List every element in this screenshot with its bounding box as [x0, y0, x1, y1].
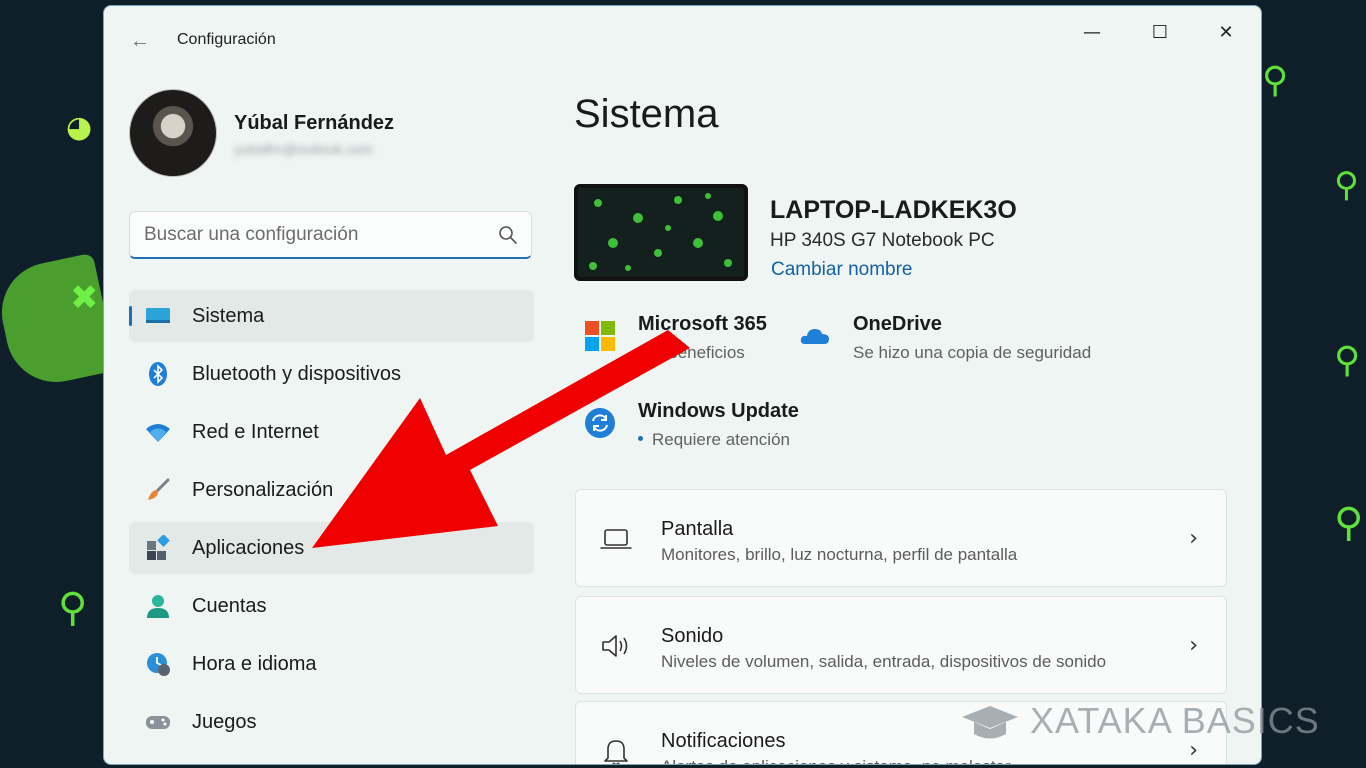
onedrive-subtitle: Se hizo una copia de seguridad: [853, 343, 1092, 362]
card-title: Notificaciones: [661, 730, 786, 752]
sidebar-item-label: Aplicaciones: [192, 537, 305, 559]
maximize-button[interactable]: ☐: [1137, 16, 1183, 50]
window-title: Configuración: [177, 31, 276, 48]
clock-globe-icon: [147, 653, 170, 676]
wallpaper-glyph: ⚲: [1334, 165, 1359, 205]
graduation-cap-icon: [962, 706, 1018, 739]
settings-window: ← Configuración — ☐ ✕ Yúbal Fernández yu…: [103, 5, 1262, 765]
card-pantalla[interactable]: Pantalla Monitores, brillo, luz nocturna…: [575, 489, 1227, 587]
microsoft-logo-icon: [585, 321, 615, 351]
card-title: Pantalla: [661, 518, 734, 540]
system-icon: [146, 308, 170, 323]
wallpaper-pattern: [578, 188, 744, 277]
sidebar-item-label: Bluetooth y dispositivos: [192, 363, 402, 385]
wallpaper-glyph: ⚲: [58, 585, 88, 631]
device-model: HP 340S G7 Notebook PC: [770, 230, 995, 251]
title-bar[interactable]: ← Configuración — ☐ ✕: [104, 6, 1261, 76]
wifi-icon: [146, 424, 170, 442]
watermark: XATAKA BASICS: [960, 700, 1320, 744]
sidebar-item-juegos[interactable]: Juegos: [129, 696, 534, 748]
onedrive-title: OneDrive: [853, 313, 942, 335]
avatar[interactable]: [129, 89, 217, 177]
speaker-icon: [602, 635, 628, 657]
laptop-icon: [600, 529, 632, 549]
rename-link[interactable]: Cambiar nombre: [771, 259, 913, 281]
minimize-button[interactable]: —: [1069, 16, 1115, 50]
wallpaper-glyph: ⚲: [1262, 60, 1289, 101]
card-subtitle: Niveles de volumen, salida, entrada, dis…: [661, 652, 1107, 671]
card-subtitle: Monitores, brillo, luz nocturna, perfil …: [661, 545, 1018, 564]
sidebar-item-aplicaciones[interactable]: Aplicaciones: [129, 522, 534, 574]
sidebar-item-label: Personalización: [192, 479, 334, 501]
account-icon: [147, 595, 169, 618]
microsoft-365-title: Microsoft 365: [638, 313, 767, 335]
windows-update-status: Requiere atención: [652, 430, 790, 449]
search-box[interactable]: [129, 211, 532, 259]
wallpaper-glyph: ⚲: [1334, 500, 1364, 546]
search-input[interactable]: [144, 220, 484, 250]
sidebar-item-label: Hora e idioma: [192, 653, 317, 675]
wallpaper-glyph: ⚲: [1334, 340, 1361, 381]
attention-dot-icon: [638, 436, 643, 442]
bluetooth-icon: [149, 362, 167, 386]
sidebar-nav: Sistema Bluetooth y dispositivos Red e I…: [129, 290, 534, 754]
search-icon[interactable]: [497, 224, 519, 246]
wallpaper-glyph: ✖: [70, 278, 99, 318]
windows-update-subtitle: Requiere atención: [638, 430, 790, 450]
watermark-text: XATAKA BASICS: [1030, 700, 1320, 741]
device-wallpaper-thumbnail: [574, 184, 748, 281]
sidebar-item-label: Sistema: [192, 305, 265, 327]
wallpaper-glyph: ◕: [66, 110, 93, 145]
card-title: Sonido: [661, 625, 724, 647]
sidebar-item-sistema[interactable]: Sistema: [129, 290, 534, 342]
sidebar-item-label: Cuentas: [192, 595, 267, 617]
chevron-right-icon: ›: [1189, 526, 1198, 551]
wallpaper-shape-left: [0, 252, 118, 392]
card-sonido[interactable]: Sonido Niveles de volumen, salida, entra…: [575, 596, 1227, 694]
onedrive-cloud-icon: [800, 329, 829, 344]
microsoft-365-subtitle: Ver beneficios: [638, 343, 745, 362]
windows-update-icon: [585, 408, 615, 438]
user-email: yubalfm@outlook.com: [234, 141, 373, 157]
card-subtitle: Alertas de aplicaciones y sistema, no mo…: [661, 757, 1011, 764]
apps-icon: [147, 535, 170, 560]
sidebar-item-bluetooth[interactable]: Bluetooth y dispositivos: [129, 348, 534, 400]
sidebar-item-red[interactable]: Red e Internet: [129, 406, 534, 458]
windows-update-title: Windows Update: [638, 400, 799, 422]
bell-icon: [604, 740, 628, 764]
user-name: Yúbal Fernández: [234, 112, 395, 134]
chevron-right-icon: ›: [1189, 633, 1198, 658]
sidebar-item-label: Juegos: [192, 711, 257, 733]
brush-icon: [148, 478, 170, 500]
device-name: LAPTOP-LADKEK3O: [770, 196, 1017, 224]
gamepad-icon: [146, 716, 170, 729]
back-arrow-icon[interactable]: ←: [126, 28, 154, 54]
close-button[interactable]: ✕: [1203, 16, 1249, 50]
sidebar-item-label: Red e Internet: [192, 421, 319, 443]
sidebar-item-cuentas[interactable]: Cuentas: [129, 580, 534, 632]
sidebar-item-hora[interactable]: Hora e idioma: [129, 638, 534, 690]
page-title: Sistema: [574, 92, 719, 136]
sidebar-item-personalizacion[interactable]: Personalización: [129, 464, 534, 516]
